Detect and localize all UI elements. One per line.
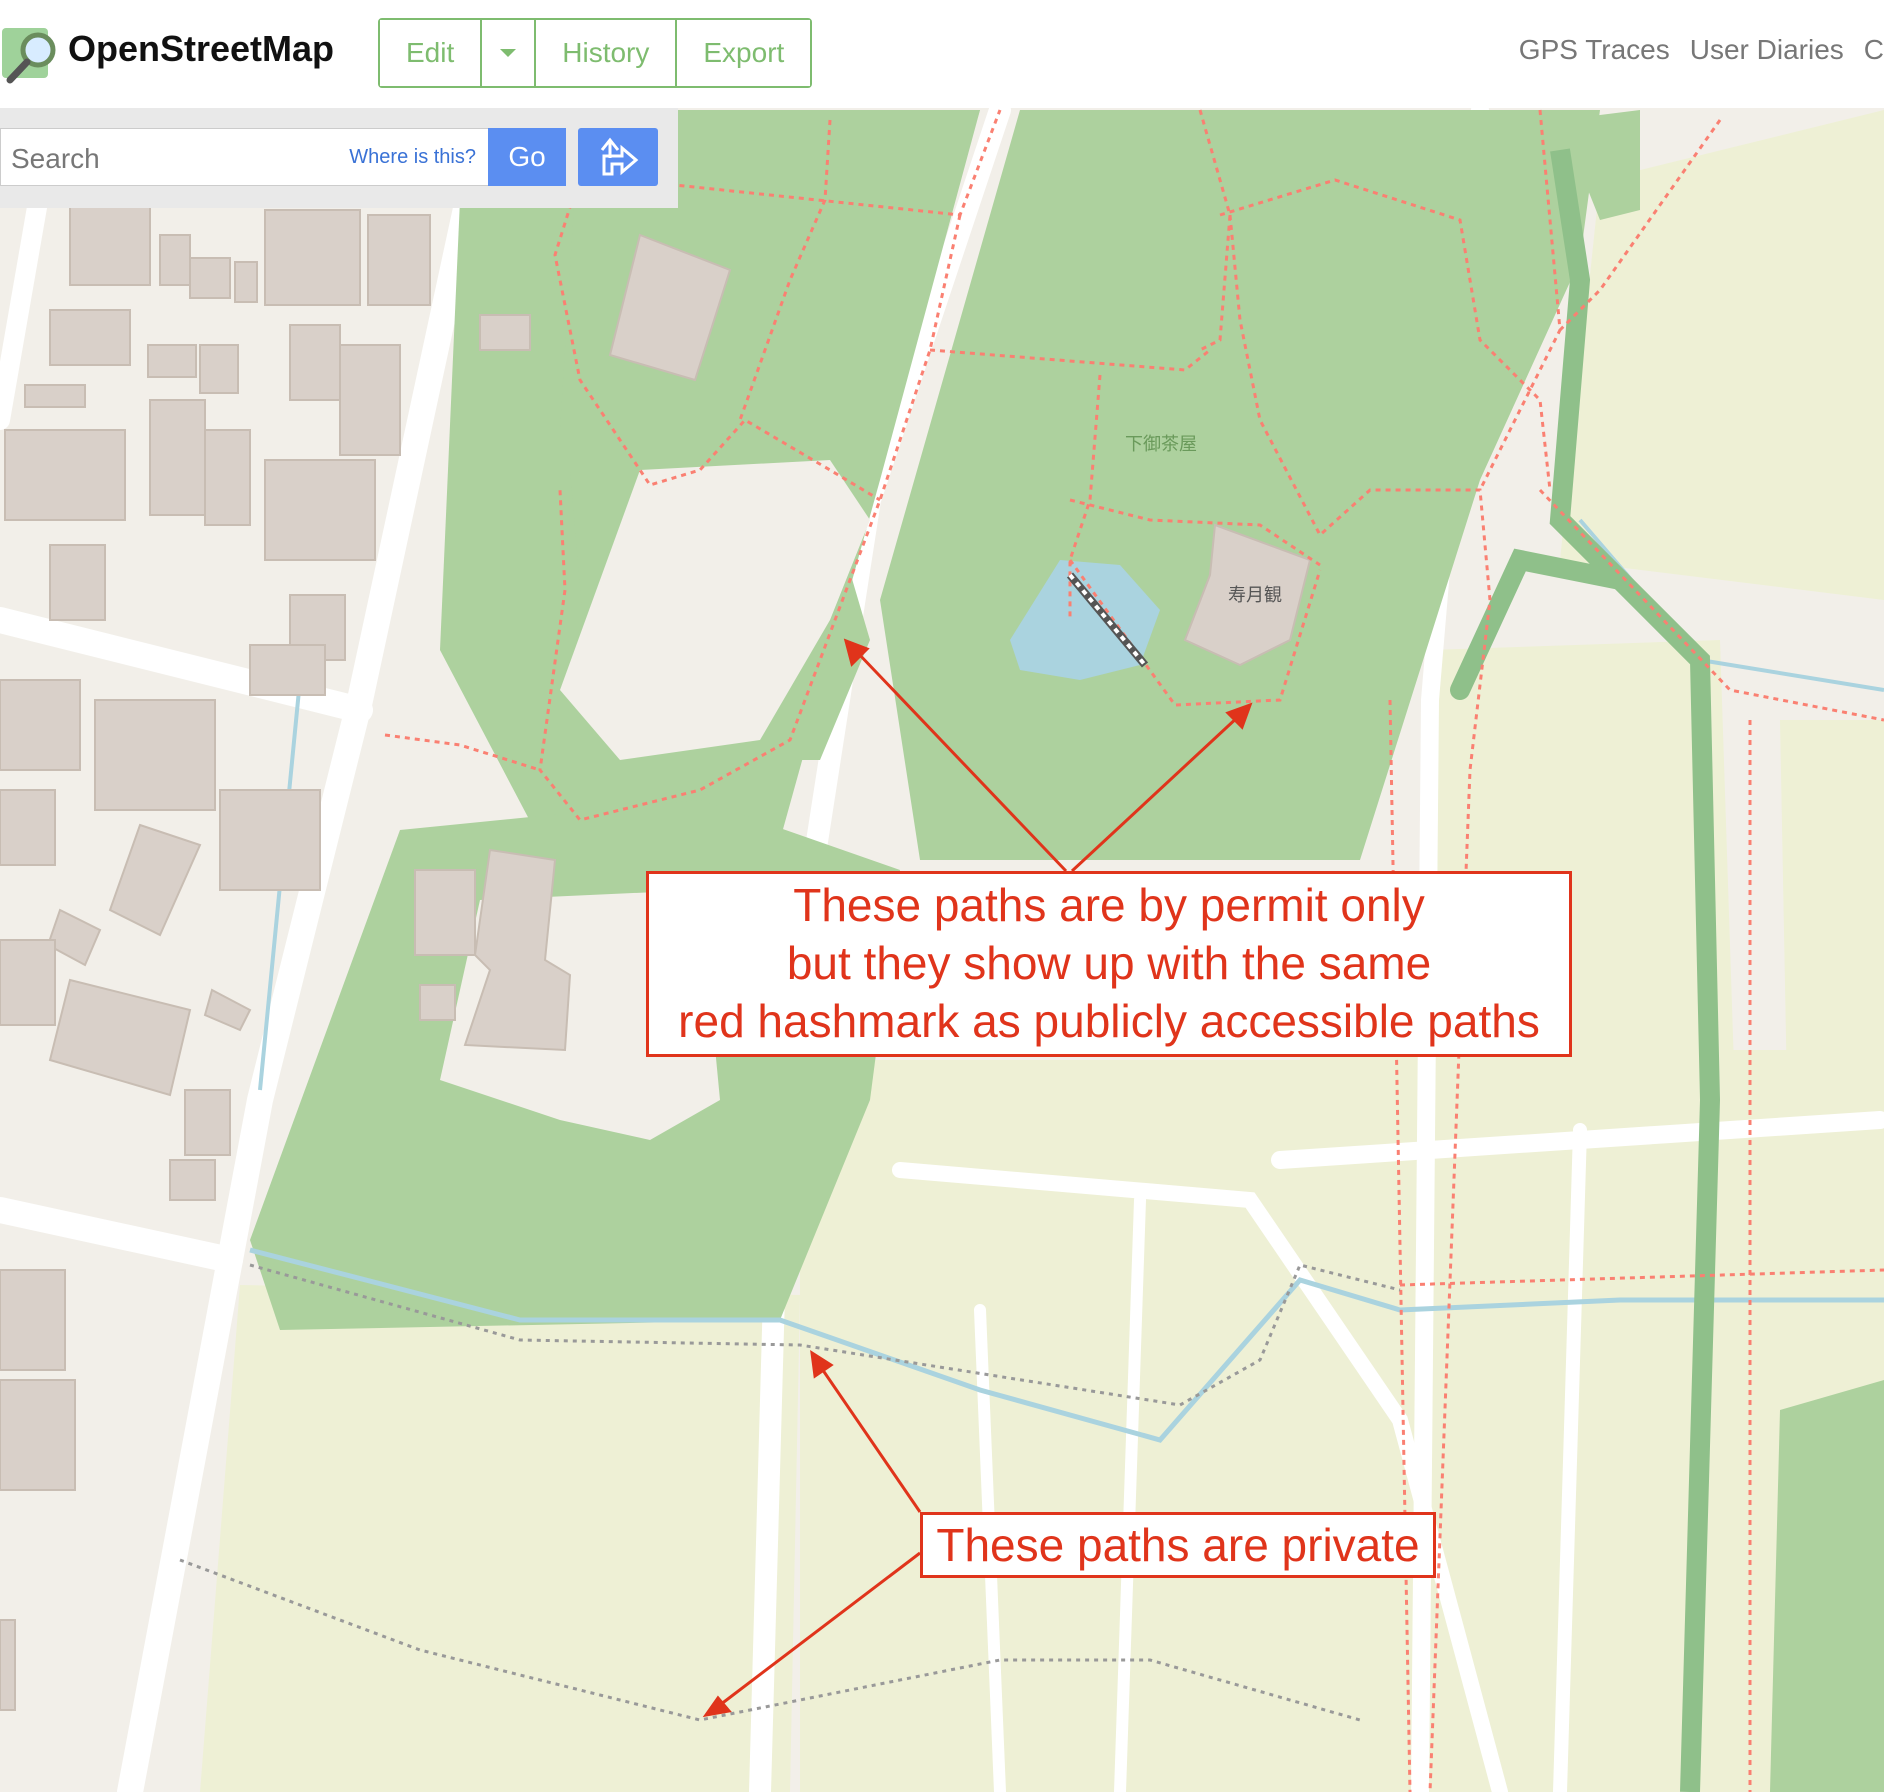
edit-button[interactable]: Edit [380, 20, 483, 86]
where-is-this-link[interactable]: Where is this? [349, 146, 476, 169]
private-annotation: These paths are private [920, 1512, 1436, 1578]
search-placeholder: Search [11, 143, 100, 174]
secondary-nav: GPS Traces User Diaries C [1499, 34, 1884, 66]
permit-annotation-line-3: red hashmark as publicly accessible path… [678, 995, 1540, 1047]
go-button[interactable]: Go [488, 128, 566, 186]
search-panel: Search Where is this? Go [0, 108, 678, 208]
top-header: OpenStreetMap Edit History Export GPS Tr… [0, 0, 1884, 108]
nav-user-diaries[interactable]: User Diaries [1690, 34, 1844, 66]
directions-icon [600, 137, 639, 176]
nav-truncated[interactable]: C [1864, 34, 1884, 66]
permit-annotation: These paths are by permit only but they … [646, 871, 1572, 1057]
map-label-jugetsukan: 寿月観 [1228, 585, 1282, 606]
brand-name[interactable]: OpenStreetMap [68, 28, 334, 70]
nav-gps-traces[interactable]: GPS Traces [1519, 34, 1670, 66]
history-button[interactable]: History [536, 20, 678, 86]
private-annotation-text: These paths are private [936, 1519, 1420, 1571]
osm-logo-icon[interactable] [0, 20, 60, 84]
map-label-shimo-ochaya: 下御茶屋 [1125, 434, 1197, 455]
permit-annotation-line-1: These paths are by permit only [793, 879, 1425, 931]
edit-dropdown-button[interactable] [482, 20, 537, 86]
search-input[interactable]: Search Where is this? [0, 128, 488, 186]
directions-button[interactable] [578, 128, 658, 186]
permit-annotation-line-2: but they show up with the same [786, 937, 1432, 989]
caret-down-icon [500, 49, 517, 57]
export-button[interactable]: Export [677, 20, 811, 86]
edit-toolbar: Edit History Export [378, 18, 813, 88]
